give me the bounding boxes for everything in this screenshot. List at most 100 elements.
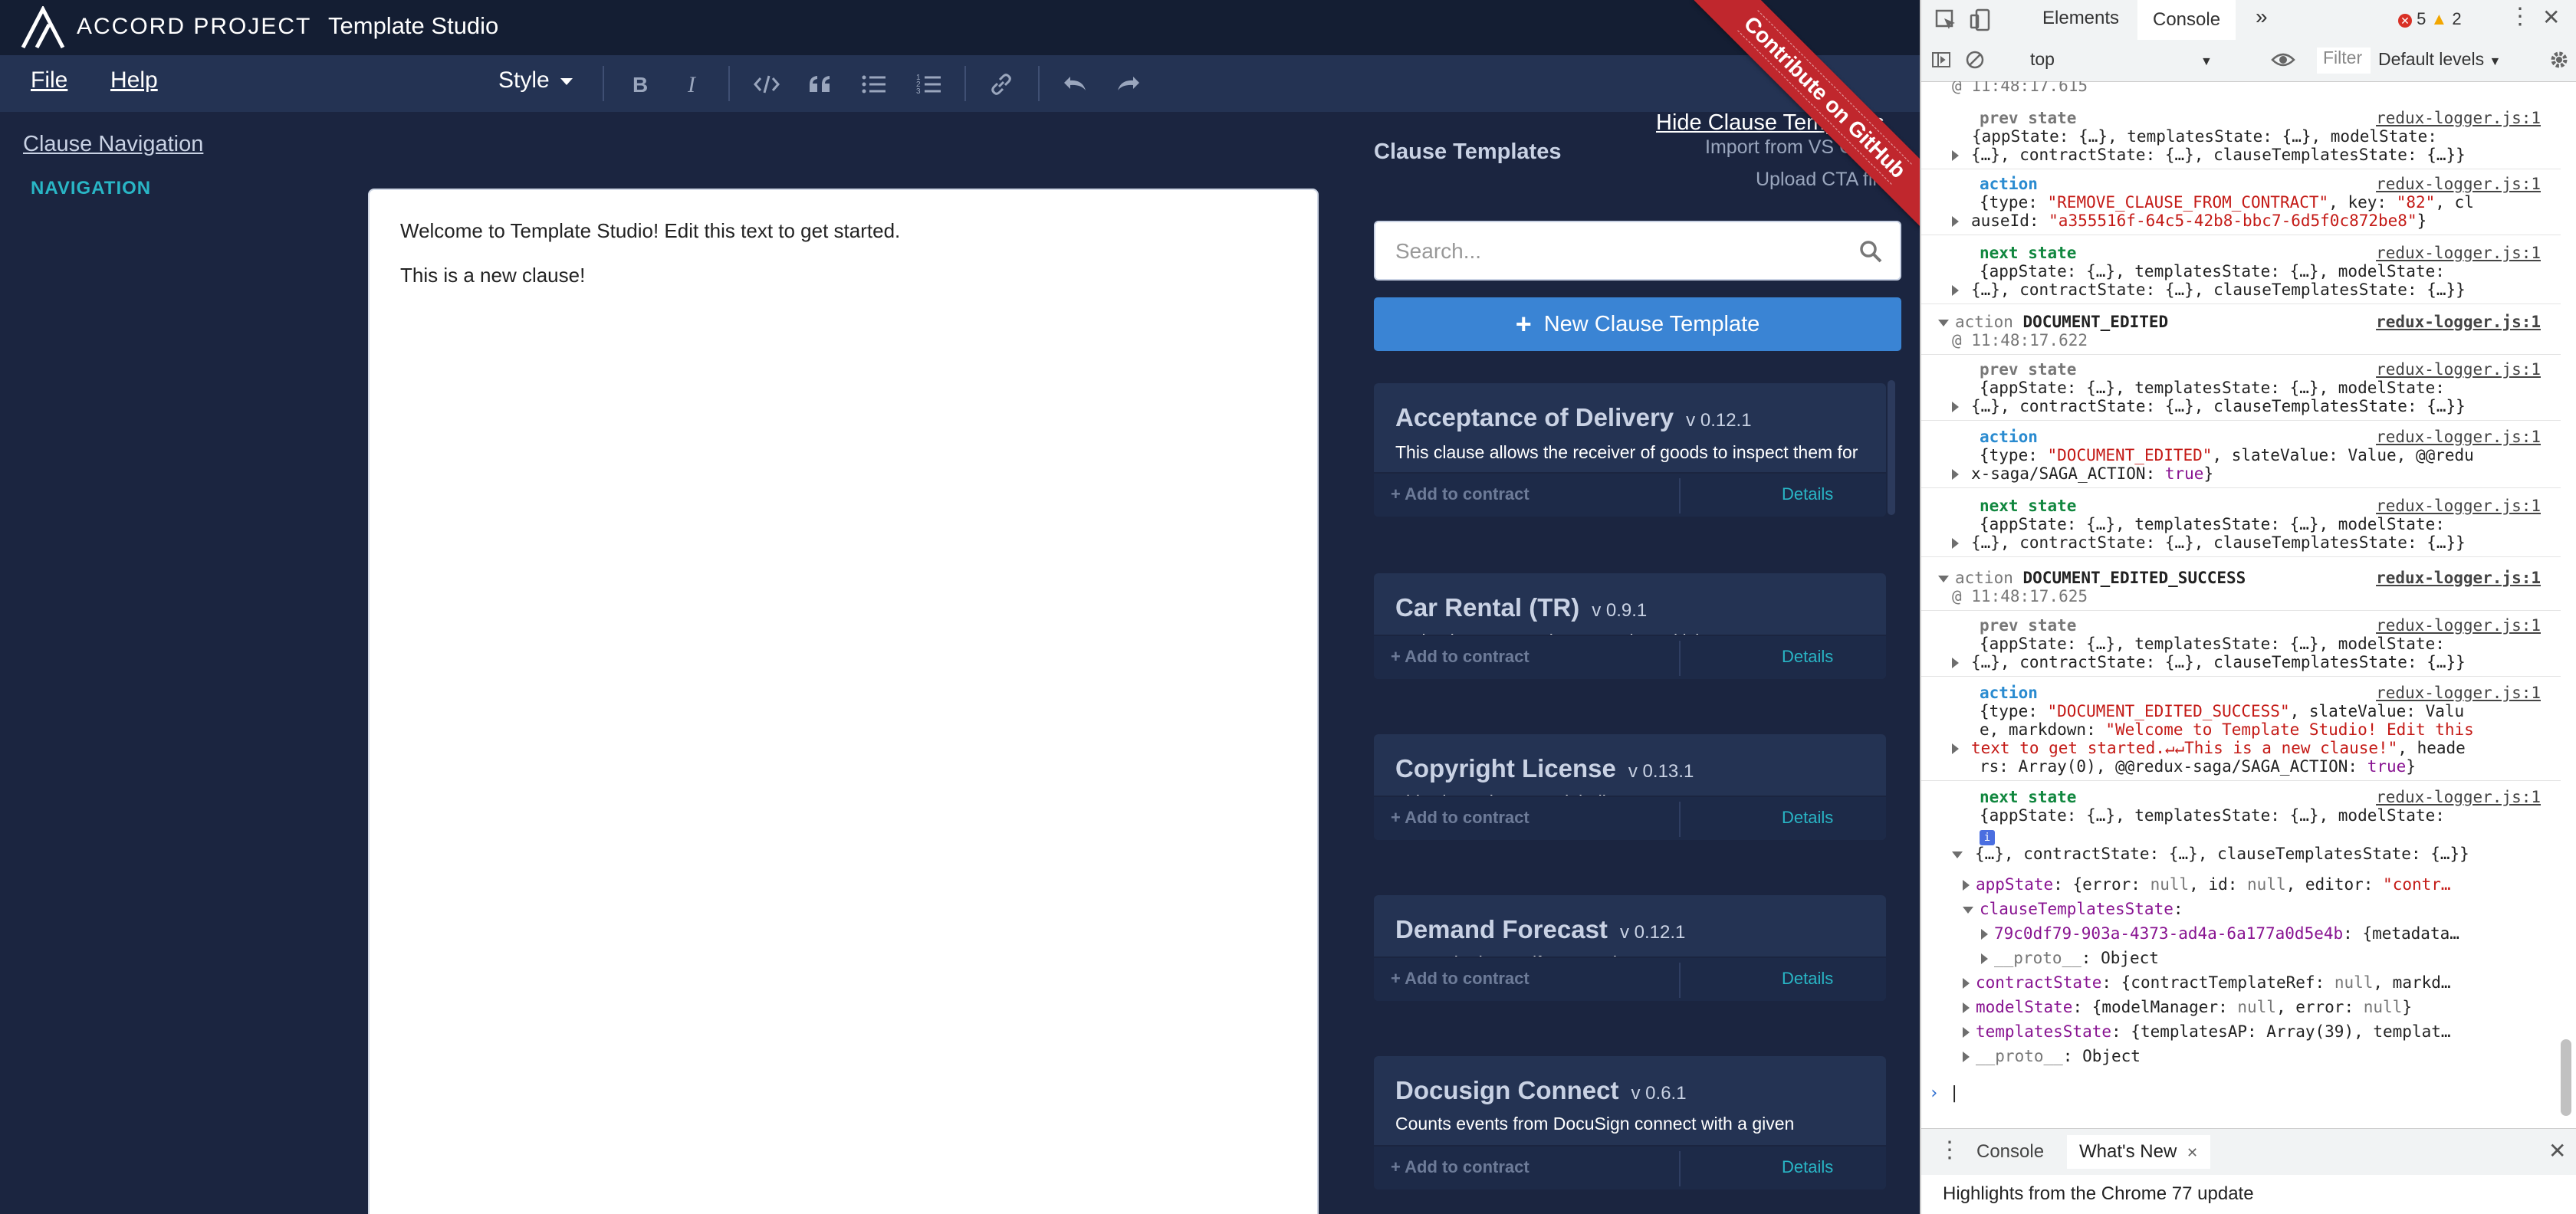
tab-elements[interactable]: Elements	[2042, 8, 2119, 29]
editor-paragraph[interactable]: This is a new clause!	[400, 264, 585, 287]
eye-icon[interactable]	[2271, 49, 2295, 71]
add-to-contract-button[interactable]: + Add to contract	[1391, 969, 1530, 989]
clause-navigation-link[interactable]: Clause Navigation	[23, 132, 203, 157]
more-tabs-icon[interactable]: »	[2256, 5, 2268, 29]
bulleted-list-button[interactable]	[857, 67, 891, 101]
tree-node[interactable]: contractState: {contractTemplateRef: nul…	[1963, 973, 2564, 992]
console-scrollbar[interactable]	[2561, 1039, 2571, 1116]
source-link[interactable]: redux-logger.js:1	[2376, 109, 2541, 127]
undo-button[interactable]	[1058, 67, 1092, 101]
log-object[interactable]: {…}, contractState: {…}, clauseTemplates…	[1952, 845, 2564, 863]
drawer-tab-whats-new[interactable]: What's New ✕	[2067, 1135, 2211, 1169]
log-string: "a355516f-64c5-42b8-bbc7-6d5f0c872be8"	[2049, 212, 2417, 230]
kebab-menu-icon[interactable]: ⋮	[2509, 3, 2532, 30]
details-button[interactable]: Details	[1782, 808, 1833, 828]
expand-triangle-icon	[1952, 150, 1959, 161]
add-to-contract-button[interactable]: + Add to contract	[1391, 1157, 1530, 1177]
file-menu[interactable]: File	[31, 67, 67, 94]
source-link[interactable]: redux-logger.js:1	[2376, 569, 2541, 587]
source-link[interactable]: redux-logger.js:1	[2376, 497, 2541, 515]
drawer-menu-icon[interactable]: ⋮	[1938, 1137, 1961, 1163]
tree-node[interactable]: __proto__: Object	[1963, 1047, 2564, 1065]
details-button[interactable]: Details	[1782, 969, 1833, 989]
sidebar-toggle-icon[interactable]	[1930, 49, 1952, 71]
contract-editor[interactable]: Welcome to Template Studio! Edit this te…	[368, 189, 1319, 1214]
search-input[interactable]	[1394, 222, 1842, 281]
log-string: "Welcome to Template Studio! Edit this	[2105, 720, 2474, 739]
github-ribbon-band[interactable]: Contribute on GitHub	[1694, 0, 1920, 228]
new-clause-template-button[interactable]: + New Clause Template	[1374, 297, 1901, 351]
link-button[interactable]	[984, 67, 1018, 101]
log-levels-dropdown[interactable]: Default levels ▼	[2378, 49, 2501, 70]
warning-icon: ▲	[2430, 9, 2448, 28]
clear-console-icon[interactable]	[1964, 49, 1986, 71]
details-button[interactable]: Details	[1782, 484, 1833, 504]
log-object[interactable]: {type: "REMOVE_CLAUSE_FROM_CONTRACT", ke…	[1980, 193, 2564, 212]
log-object[interactable]: {appState: {…}, templatesState: {…}, mod…	[1980, 262, 2564, 281]
source-link[interactable]: redux-logger.js:1	[2376, 684, 2541, 702]
log-object[interactable]: {…}, contractState: {…}, clauseTemplates…	[1952, 653, 2564, 671]
tree-node[interactable]: clauseTemplatesState:	[1963, 900, 2564, 918]
tree-node[interactable]: appState: {error: null, id: null, editor…	[1963, 875, 2564, 894]
details-button[interactable]: Details	[1782, 1157, 1833, 1177]
github-ribbon[interactable]: Contribute on GitHub	[1687, 0, 1920, 233]
add-to-contract-button[interactable]: + Add to contract	[1391, 808, 1530, 828]
code-button[interactable]	[750, 67, 784, 101]
log-object[interactable]: rs: Array(0), @@redux-saga/SAGA_ACTION: …	[1980, 757, 2564, 776]
issues-badge[interactable]: ✕ 5 ▲ 2	[2398, 9, 2462, 29]
log-object[interactable]: {appState: {…}, templatesState: {…}, mod…	[1952, 127, 2564, 146]
close-drawer-icon[interactable]: ✕	[2548, 1138, 2566, 1163]
quote-button[interactable]	[803, 67, 837, 101]
log-line: {…}, contractState: {…}, clauseTemplates…	[1971, 653, 2466, 671]
log-object[interactable]: {…}, contractState: {…}, clauseTemplates…	[1952, 397, 2564, 415]
filter-input[interactable]: Filter	[2317, 48, 2371, 74]
log-object[interactable]: {appState: {…}, templatesState: {…}, mod…	[1980, 806, 2564, 825]
numbered-list-button[interactable]: 123	[912, 67, 946, 101]
source-link[interactable]: redux-logger.js:1	[2376, 244, 2541, 262]
tree-node[interactable]: templatesState: {templatesAP: Array(39),…	[1963, 1022, 2564, 1041]
source-link[interactable]: redux-logger.js:1	[2376, 313, 2541, 331]
template-list-scrollbar[interactable]	[1888, 380, 1895, 515]
log-object[interactable]: {appState: {…}, templatesState: {…}, mod…	[1980, 515, 2564, 533]
log-token: }	[2203, 464, 2214, 483]
inspect-element-icon[interactable]	[1934, 8, 1958, 32]
help-menu[interactable]: Help	[110, 67, 158, 94]
italic-button[interactable]: I	[676, 67, 710, 101]
source-link[interactable]: redux-logger.js:1	[2376, 175, 2541, 193]
log-object[interactable]: x-saga/SAGA_ACTION: true}	[1952, 464, 2564, 483]
add-to-contract-button[interactable]: + Add to contract	[1391, 484, 1530, 504]
close-icon[interactable]: ✕	[2187, 1145, 2198, 1160]
log-object[interactable]: text to get started.↵↵This is a new clau…	[1952, 739, 2564, 757]
log-object[interactable]: {appState: {…}, templatesState: {…}, mod…	[1980, 379, 2564, 397]
close-icon[interactable]: ✕	[2542, 5, 2560, 30]
device-toolbar-icon[interactable]	[1969, 8, 1993, 32]
source-link[interactable]: redux-logger.js:1	[2376, 360, 2541, 379]
details-button[interactable]: Details	[1782, 647, 1833, 667]
log-object[interactable]: {…}, contractState: {…}, clauseTemplates…	[1952, 146, 2564, 164]
drawer-tab-console[interactable]: Console	[1976, 1141, 2044, 1163]
log-object[interactable]: {…}, contractState: {…}, clauseTemplates…	[1952, 281, 2564, 299]
search-icon[interactable]	[1858, 239, 1883, 264]
log-object[interactable]: {type: "DOCUMENT_EDITED", slateValue: Va…	[1980, 446, 2564, 464]
log-object[interactable]: {…}, contractState: {…}, clauseTemplates…	[1952, 533, 2564, 552]
redo-button[interactable]	[1112, 67, 1145, 101]
tree-node[interactable]: 79c0df79-903a-4373-ad4a-6a177a0d5e4b: {m…	[1981, 924, 2564, 943]
tree-node[interactable]: modelState: {modelManager: null, error: …	[1963, 998, 2564, 1016]
source-link[interactable]: redux-logger.js:1	[2376, 428, 2541, 446]
bold-button[interactable]: B	[623, 67, 656, 101]
context-selector[interactable]: top ▼	[2030, 49, 2213, 70]
log-object[interactable]: e, markdown: "Welcome to Template Studio…	[1980, 720, 2564, 739]
style-dropdown[interactable]: Style	[498, 67, 573, 94]
tree-node[interactable]: __proto__: Object	[1981, 949, 2564, 967]
log-object[interactable]: auseId: "a355516f-64c5-42b8-bbc7-6d5f0c8…	[1952, 212, 2564, 230]
add-to-contract-button[interactable]: + Add to contract	[1391, 647, 1530, 667]
console-prompt[interactable]: › |	[1929, 1084, 1960, 1103]
log-timestamp: @ 11:48:17.625	[1952, 587, 2088, 605]
log-object[interactable]: {appState: {…}, templatesState: {…}, mod…	[1980, 635, 2564, 653]
editor-paragraph[interactable]: Welcome to Template Studio! Edit this te…	[400, 219, 900, 243]
tab-console[interactable]: Console	[2137, 0, 2236, 40]
source-link[interactable]: redux-logger.js:1	[2376, 788, 2541, 806]
source-link[interactable]: redux-logger.js:1	[2376, 616, 2541, 635]
log-object[interactable]: {type: "DOCUMENT_EDITED_SUCCESS", slateV…	[1980, 702, 2564, 720]
gear-icon[interactable]	[2548, 49, 2570, 71]
